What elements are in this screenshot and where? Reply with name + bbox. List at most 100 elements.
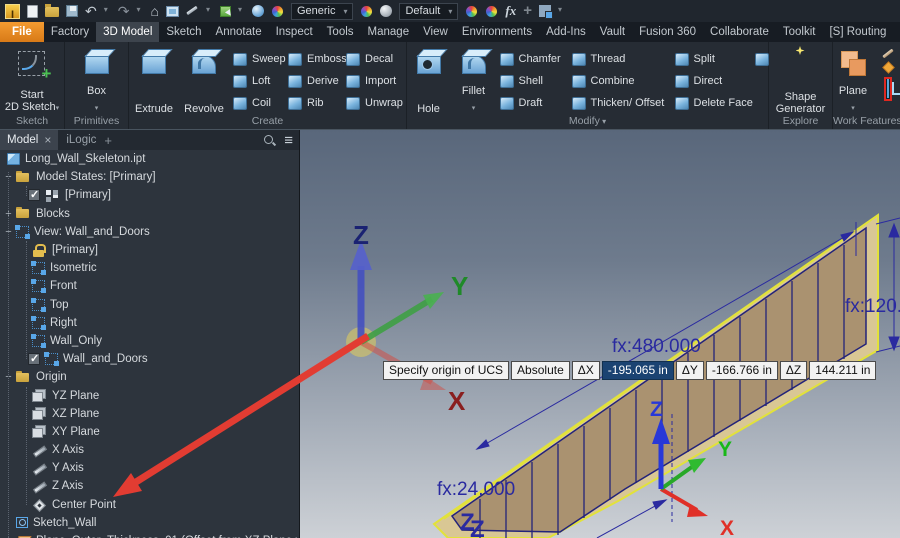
tab-environments[interactable]: Environments (455, 22, 539, 42)
tree-item-blocks[interactable]: + Blocks (0, 205, 299, 223)
material-sphere-icon[interactable] (251, 5, 264, 17)
tab-collaborate[interactable]: Collaborate (703, 22, 776, 42)
parameters-icon[interactable] (505, 2, 516, 20)
viewport-canvas[interactable]: fx:480.000 fx:120.0 fx:24.000 Z Z Z Y (300, 130, 900, 538)
box-button[interactable]: Box (84, 44, 109, 115)
add-tool-icon[interactable] (523, 2, 532, 20)
inventor-logo-icon[interactable] (5, 3, 20, 19)
tree-item-view-primary-locked[interactable]: [Primary] (0, 241, 299, 259)
tab-factory[interactable]: Factory (44, 22, 96, 42)
shell-button[interactable]: Shell (497, 70, 569, 92)
loft-button[interactable]: Loft (230, 70, 285, 92)
tab-fusion-360[interactable]: Fusion 360 (632, 22, 703, 42)
adjust-appearance-icon[interactable] (465, 4, 479, 18)
tree-item-xy-plane[interactable]: XY Plane (0, 423, 299, 441)
tree-item-plane-outer-thickness[interactable]: +Plane_Outer_Thickness_01 (Offset from X… (0, 532, 299, 538)
checkbox-checked[interactable] (28, 188, 40, 202)
delta-z-input[interactable]: 144.211 in (809, 361, 877, 380)
browser-tab-ilogic[interactable]: iLogic (58, 134, 104, 146)
tree-item-top[interactable]: Top (0, 296, 299, 314)
appearance-select[interactable]: Default (399, 2, 459, 20)
tab-vault[interactable]: Vault (593, 22, 632, 42)
close-icon[interactable] (44, 133, 51, 147)
thicken-offset-button[interactable]: Thicken/ Offset (569, 92, 672, 114)
undo-icon[interactable] (85, 1, 97, 21)
tree-item-y-axis[interactable]: Y Axis (0, 459, 299, 477)
tree-item-right[interactable]: Right (0, 314, 299, 332)
plane-button[interactable]: Plane (833, 44, 873, 115)
sweep-button[interactable]: Sweep (230, 48, 286, 70)
clear-appearance-icon[interactable] (485, 4, 499, 18)
panel-label-modify[interactable]: Modify (407, 115, 768, 129)
tree-item-model-states[interactable]: − Model States: [Primary] (0, 168, 299, 186)
tree-item-sketch-wall[interactable]: Sketch_Wall (0, 514, 299, 532)
tab-annotate[interactable]: Annotate (209, 22, 269, 42)
tree-item-origin[interactable]: − Origin (0, 368, 299, 386)
tree-item-yz-plane[interactable]: YZ Plane (0, 386, 299, 404)
derive-button[interactable]: Derive (285, 70, 343, 92)
delete-face-button[interactable]: Delete Face (672, 92, 755, 114)
direct-button[interactable]: Direct (672, 70, 755, 92)
sketch-tool-icon[interactable] (186, 5, 199, 17)
thread-button[interactable]: Thread (569, 48, 672, 70)
redo-dropdown-icon[interactable] (136, 2, 143, 20)
select-tool-icon[interactable] (219, 5, 231, 17)
emboss-button[interactable]: Emboss (285, 48, 347, 70)
dropdown-caret-icon[interactable] (95, 97, 99, 115)
tab-add-ins[interactable]: Add-Ins (539, 22, 593, 42)
tree-item-front[interactable]: Front (0, 277, 299, 295)
tab-toolkit[interactable]: Toolkit (776, 22, 823, 42)
hole-button[interactable]: Hole (407, 44, 451, 115)
rib-button[interactable]: Rib (285, 92, 343, 114)
search-icon[interactable] (263, 134, 276, 147)
browser-tab-model[interactable]: Model (0, 130, 59, 150)
tab-view[interactable]: View (416, 22, 455, 42)
unwrap-button[interactable]: Unwrap (343, 92, 405, 114)
new-file-icon[interactable] (27, 4, 38, 18)
ucs-button[interactable] (887, 79, 889, 98)
tab-inspect[interactable]: Inspect (269, 22, 320, 42)
extrude-button[interactable]: Extrude (130, 44, 178, 115)
tab-sketch[interactable]: Sketch (159, 22, 208, 42)
drawing-view-icon[interactable] (165, 5, 179, 17)
tap-tool-button[interactable] (754, 48, 769, 70)
layout-icon[interactable] (538, 5, 553, 19)
delta-x-input[interactable]: -195.065 in (601, 361, 674, 380)
tab-routing[interactable]: [S] Routing (822, 22, 893, 42)
revolve-button[interactable]: Revolve (178, 44, 230, 115)
color-wheel-icon[interactable] (360, 4, 374, 18)
tree-item-wall-only[interactable]: Wall_Only (0, 332, 299, 350)
ucs-mode[interactable]: Absolute (511, 361, 570, 380)
tree-item-center-point[interactable]: Center Point (0, 496, 299, 514)
select-dropdown-icon[interactable] (238, 2, 245, 20)
material-select[interactable]: Generic (290, 2, 354, 20)
draft-button[interactable]: Draft (497, 92, 569, 114)
work-axis-icon[interactable] (881, 48, 895, 59)
delta-y-input[interactable]: -166.766 in (705, 361, 778, 380)
dropdown-caret-icon[interactable] (472, 97, 476, 115)
work-point-icon[interactable] (881, 62, 895, 74)
tree-item-model-state-primary[interactable]: [Primary] (0, 186, 299, 204)
tab-manage[interactable]: Manage (361, 22, 417, 42)
coil-button[interactable]: Coil (230, 92, 285, 114)
import-button[interactable]: Import (343, 70, 405, 92)
shape-generator-button[interactable]: Shape Generator (776, 44, 826, 115)
tree-item-wall-and-doors[interactable]: Wall_and_Doors (0, 350, 299, 368)
tree-item-view-wall-and-doors[interactable]: − View: Wall_and_Doors (0, 223, 299, 241)
qat-customize-icon[interactable] (558, 2, 565, 20)
decal-button[interactable]: Decal (343, 48, 405, 70)
open-file-icon[interactable] (45, 4, 59, 17)
tab-file[interactable]: File (0, 22, 44, 42)
tree-item-z-axis[interactable]: Z Axis (0, 477, 299, 495)
split-button[interactable]: Split (672, 48, 755, 70)
save-icon[interactable] (66, 5, 78, 17)
sketch-tool-dropdown-icon[interactable] (206, 2, 213, 20)
add-browser-tab-icon[interactable] (104, 133, 112, 148)
fillet-button[interactable]: Fillet (451, 44, 497, 115)
browser-menu-icon[interactable] (284, 132, 293, 149)
home-view-icon[interactable] (150, 1, 158, 21)
dropdown-caret-icon[interactable] (56, 101, 60, 113)
tree-item-part-root[interactable]: Long_Wall_Skeleton.ipt (0, 150, 299, 168)
tree-item-x-axis[interactable]: X Axis (0, 441, 299, 459)
checkbox-checked[interactable] (28, 352, 40, 366)
